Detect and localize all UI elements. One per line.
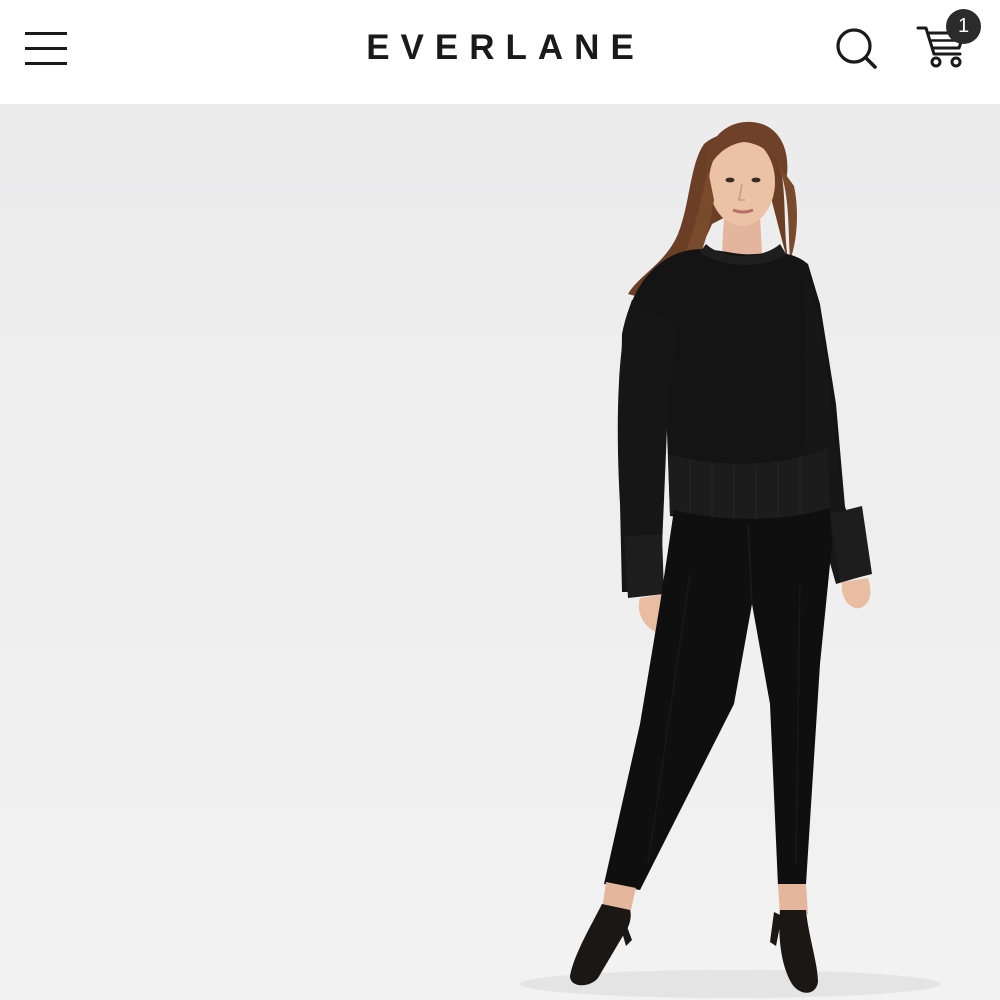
cart-count-badge: 1 — [946, 9, 981, 44]
search-button[interactable] — [830, 22, 882, 74]
top-navigation-bar: EVERLANE 1 — [0, 0, 1000, 104]
search-icon — [836, 28, 877, 69]
model-photo — [520, 121, 940, 998]
page: EVERLANE 1 — [0, 0, 1000, 1000]
hero-banner[interactable] — [0, 104, 1000, 1000]
